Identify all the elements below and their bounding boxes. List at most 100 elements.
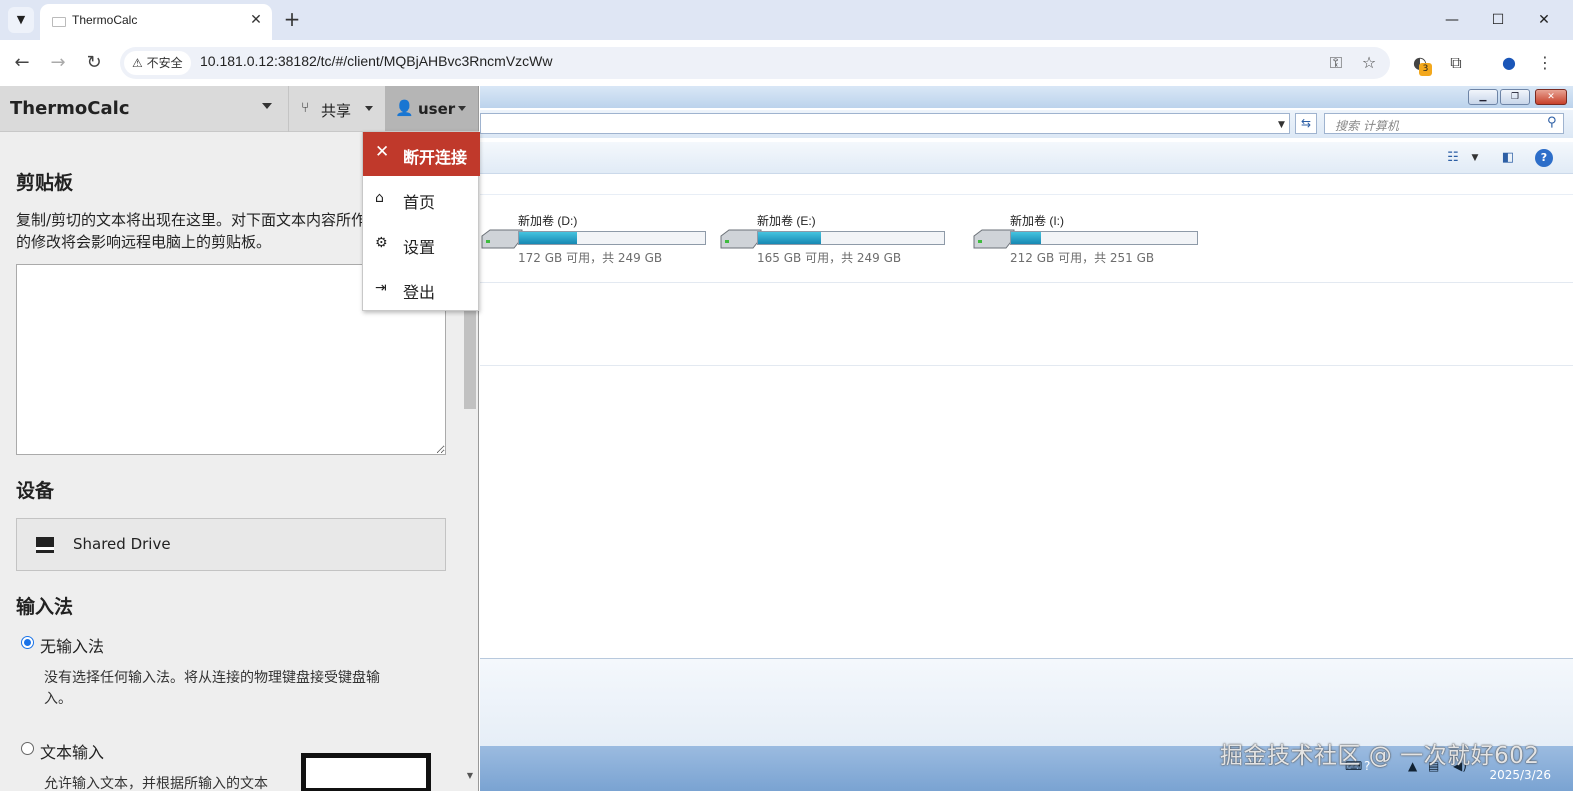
drive-usage-bar [757, 231, 945, 245]
settings-label: 设置 [403, 238, 436, 257]
drive-i[interactable]: 新加卷 (I:) 212 GB 可用，共 251 GB [972, 210, 1222, 270]
disconnect-label: 断开连接 [403, 148, 468, 167]
browser-tab[interactable]: ThermoCalc ✕ [40, 4, 272, 40]
warning-icon: ⚠ [132, 56, 147, 70]
tab-search-button[interactable]: ▼ [8, 7, 34, 33]
tab-title: ThermoCalc [72, 13, 138, 27]
scrollbar-thumb[interactable] [464, 304, 476, 409]
preview-pane-icon[interactable]: ◧ [1499, 149, 1517, 167]
home-icon: ⌂ [375, 190, 384, 206]
security-label: 不安全 [146, 56, 183, 70]
explorer-titlebar: ▁ ❐ ✕ [480, 86, 1573, 108]
drive-icon [36, 537, 54, 550]
devices-title: 设备 [16, 480, 55, 502]
explorer-details-pane [480, 658, 1573, 746]
share-icon: ⑂ [301, 100, 310, 116]
minimize-window-icon[interactable]: — [1440, 8, 1464, 32]
connection-title[interactable]: ThermoCalc [10, 98, 130, 119]
shared-drive-label: Shared Drive [73, 535, 171, 553]
explorer-address-field[interactable]: ▼ [480, 113, 1290, 134]
drive-usage-fill [758, 232, 822, 244]
home-menu-item[interactable]: ⌂ 首页 [363, 177, 480, 222]
user-icon: 👤 [395, 99, 414, 117]
text-input-radio[interactable] [21, 742, 34, 755]
gear-icon: ⚙ [375, 235, 388, 251]
browser-tab-bar: ▼ ThermoCalc ✕ + — ☐ ✕ [0, 0, 1573, 40]
drive-d[interactable]: 新加卷 (D:) 172 GB 可用，共 249 GB [480, 210, 730, 270]
password-key-icon[interactable]: ⚿ [1326, 53, 1346, 73]
share-dropdown-icon [365, 106, 373, 111]
menu-kebab-icon[interactable]: ⋮ [1533, 51, 1557, 75]
new-tab-button[interactable]: + [280, 8, 304, 32]
on-screen-keyboard-preview [301, 753, 431, 791]
remote-minimize-icon[interactable]: ▁ [1468, 89, 1498, 105]
share-button[interactable]: ⑂ 共享 [288, 86, 385, 132]
user-dropdown-menu: ✕ 断开连接 ⌂ 首页 ⚙ 设置 ⇥ 登出 [362, 131, 480, 312]
shared-drive-item[interactable]: Shared Drive [16, 518, 446, 571]
drive-size: 165 GB 可用，共 249 GB [757, 251, 902, 265]
clipboard-title: 剪贴板 [16, 172, 74, 194]
help-icon[interactable]: ? [1535, 149, 1553, 167]
tray-date[interactable]: 2025/3/26 [1489, 768, 1551, 782]
profile-avatar-icon[interactable]: ● [1497, 51, 1521, 75]
scroll-down-icon[interactable]: ▼ [464, 769, 476, 783]
drive-name: 新加卷 (D:) [518, 214, 578, 228]
view-options-icon[interactable]: ☷ [1444, 149, 1462, 167]
security-chip[interactable]: ⚠ 不安全 [124, 51, 191, 75]
extensions-puzzle-icon[interactable]: ⧉ [1444, 51, 1468, 75]
user-label: user [418, 100, 456, 118]
text-input-desc: 允许输入文本，并根据所输入的文本 [44, 776, 268, 791]
connection-dropdown-icon[interactable] [262, 103, 272, 109]
view-dropdown-icon[interactable]: ▼ [1466, 149, 1484, 167]
reload-icon[interactable]: ↻ [82, 51, 106, 75]
drive-name: 新加卷 (E:) [757, 214, 816, 228]
explorer-search-input[interactable]: 搜索 计算机 ⚲ [1324, 113, 1564, 134]
remote-restore-icon[interactable]: ❐ [1500, 89, 1530, 105]
no-input-method-radio[interactable] [21, 636, 34, 649]
explorer-refresh-icon[interactable]: ⇆ [1295, 113, 1317, 134]
bookmark-star-icon[interactable]: ☆ [1359, 53, 1379, 73]
browser-toolbar: ← → ↻ ⚠ 不安全 10.181.0.12:38182/tc/#/clien… [0, 40, 1573, 86]
tab-close-icon[interactable]: ✕ [246, 10, 266, 30]
disconnect-menu-item[interactable]: ✕ 断开连接 [363, 132, 480, 176]
url-text[interactable]: 10.181.0.12:38182/tc/#/client/MQBjAHBvc3… [200, 53, 553, 69]
back-icon[interactable]: ← [10, 51, 34, 75]
explorer-toolbar: ☷ ▼ ◧ ? [480, 142, 1573, 174]
drive-size: 212 GB 可用，共 251 GB [1010, 251, 1155, 265]
maximize-window-icon[interactable]: ☐ [1486, 8, 1510, 32]
extension-badge: 3 [1419, 63, 1432, 76]
remote-close-icon[interactable]: ✕ [1535, 89, 1567, 105]
drive-usage-fill [519, 232, 577, 244]
text-input-label[interactable]: 文本输入 [40, 739, 104, 763]
share-label: 共享 [321, 102, 352, 120]
close-window-icon[interactable]: ✕ [1532, 8, 1556, 32]
logout-menu-item[interactable]: ⇥ 登出 [363, 267, 480, 312]
user-dropdown-icon [458, 106, 466, 111]
drive-usage-bar [518, 231, 706, 245]
close-icon: ✕ [375, 142, 390, 162]
search-icon[interactable]: ⚲ [1547, 115, 1557, 130]
user-menu-button[interactable]: 👤 user [385, 86, 478, 132]
no-input-method-desc: 没有选择任何输入法。将从连接的物理键盘接受键盘输入。 [44, 670, 380, 707]
input-method-title: 输入法 [16, 596, 74, 618]
watermark: 掘金技术社区 @ 一次就好602 [1220, 743, 1540, 769]
divider [480, 194, 1573, 195]
logout-label: 登出 [403, 283, 436, 302]
address-bar[interactable]: ⚠ 不安全 10.181.0.12:38182/tc/#/client/MQBj… [120, 47, 1390, 79]
home-label: 首页 [403, 193, 436, 212]
explorer-address-row: ▼ ⇆ 搜索 计算机 ⚲ [480, 110, 1573, 138]
clipboard-description: 复制/剪切的文本将出现在这里。对下面文本内容所作的修改将会影响远程电脑上的剪贴板… [16, 211, 367, 251]
no-input-method-label[interactable]: 无输入法 [40, 633, 104, 657]
search-placeholder: 搜索 计算机 [1335, 119, 1399, 133]
menu-header: ThermoCalc ⑂ 共享 👤 user [0, 86, 478, 132]
tab-favicon-icon [52, 17, 66, 27]
drive-e[interactable]: 新加卷 (E:) 165 GB 可用，共 249 GB [719, 210, 969, 270]
remote-desktop[interactable]: ▁ ❐ ✕ ▼ ⇆ 搜索 计算机 ⚲ ☷ ▼ ◧ ? 新加卷 (D:) 172 … [480, 86, 1573, 791]
address-dropdown-icon[interactable]: ▼ [1278, 120, 1285, 130]
divider [480, 282, 1573, 283]
settings-menu-item[interactable]: ⚙ 设置 [363, 222, 480, 267]
drive-size: 172 GB 可用，共 249 GB [518, 251, 663, 265]
logout-icon: ⇥ [375, 280, 387, 296]
drive-name: 新加卷 (I:) [1010, 214, 1064, 228]
forward-icon[interactable]: → [46, 51, 70, 75]
